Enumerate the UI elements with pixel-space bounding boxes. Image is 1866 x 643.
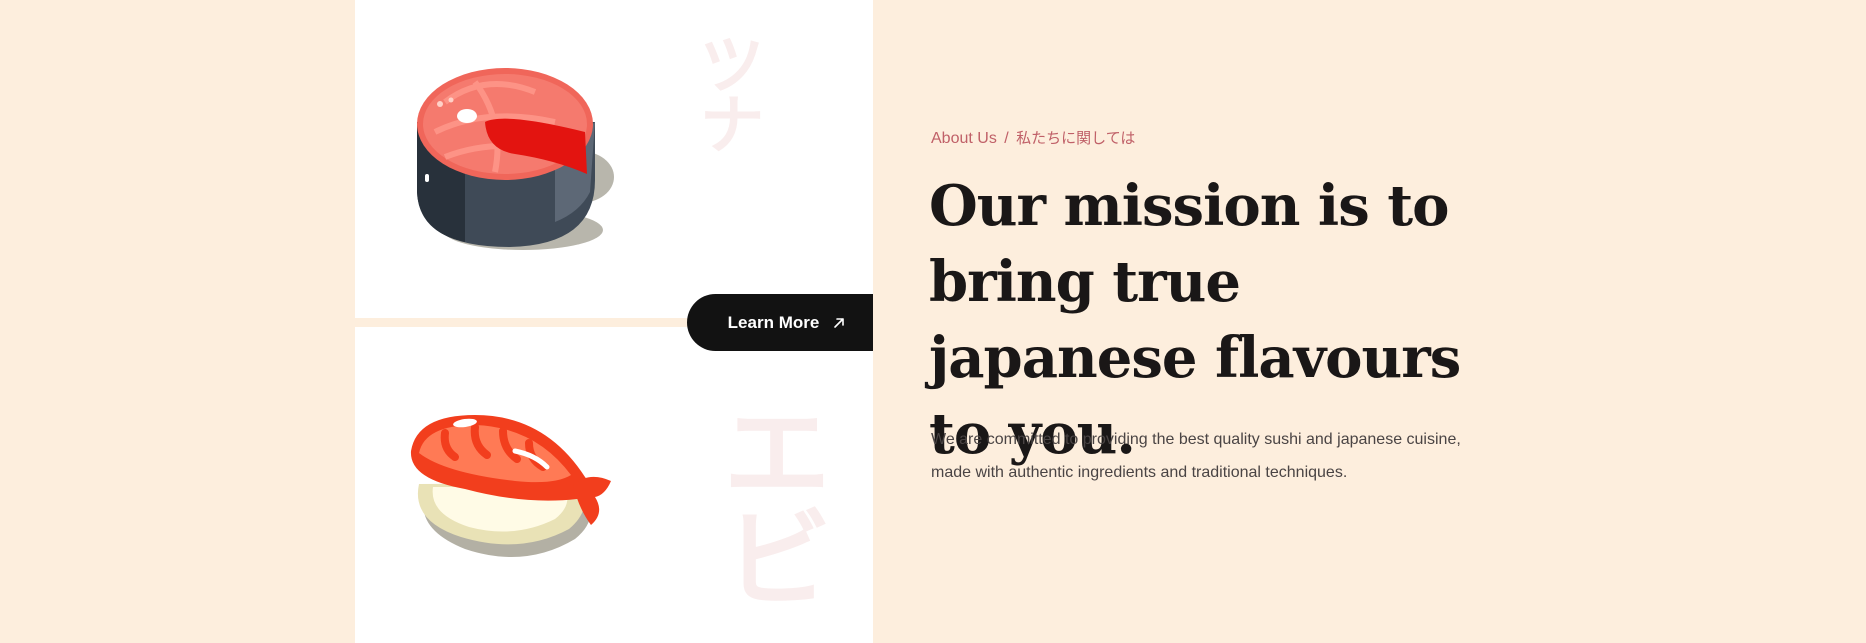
kana-tuna: ツナ: [688, 30, 765, 150]
about-us-jp-label: 私たちに関しては: [1016, 129, 1136, 147]
learn-more-label: Learn More: [727, 312, 820, 332]
eyebrow-separator: /: [1004, 130, 1009, 147]
tuna-steak-icon: [417, 68, 614, 250]
tuna-card: ツナ: [355, 0, 873, 318]
about-us-label: About Us: [931, 130, 997, 147]
mission-description: We are committed to providing the best q…: [931, 431, 1461, 481]
ebi-card: エビ: [355, 327, 873, 643]
learn-more-button[interactable]: Learn More: [687, 294, 873, 351]
kana-ebi: エビ: [703, 395, 831, 607]
arrow-up-right-icon: [834, 317, 844, 328]
about-section: ツナ エビ Learn More About Us / 私たちに関しては Our…: [0, 0, 1866, 643]
section-eyebrow: About Us / 私たちに関しては: [931, 127, 1135, 148]
ebi-nigiri-icon: [410, 415, 611, 557]
